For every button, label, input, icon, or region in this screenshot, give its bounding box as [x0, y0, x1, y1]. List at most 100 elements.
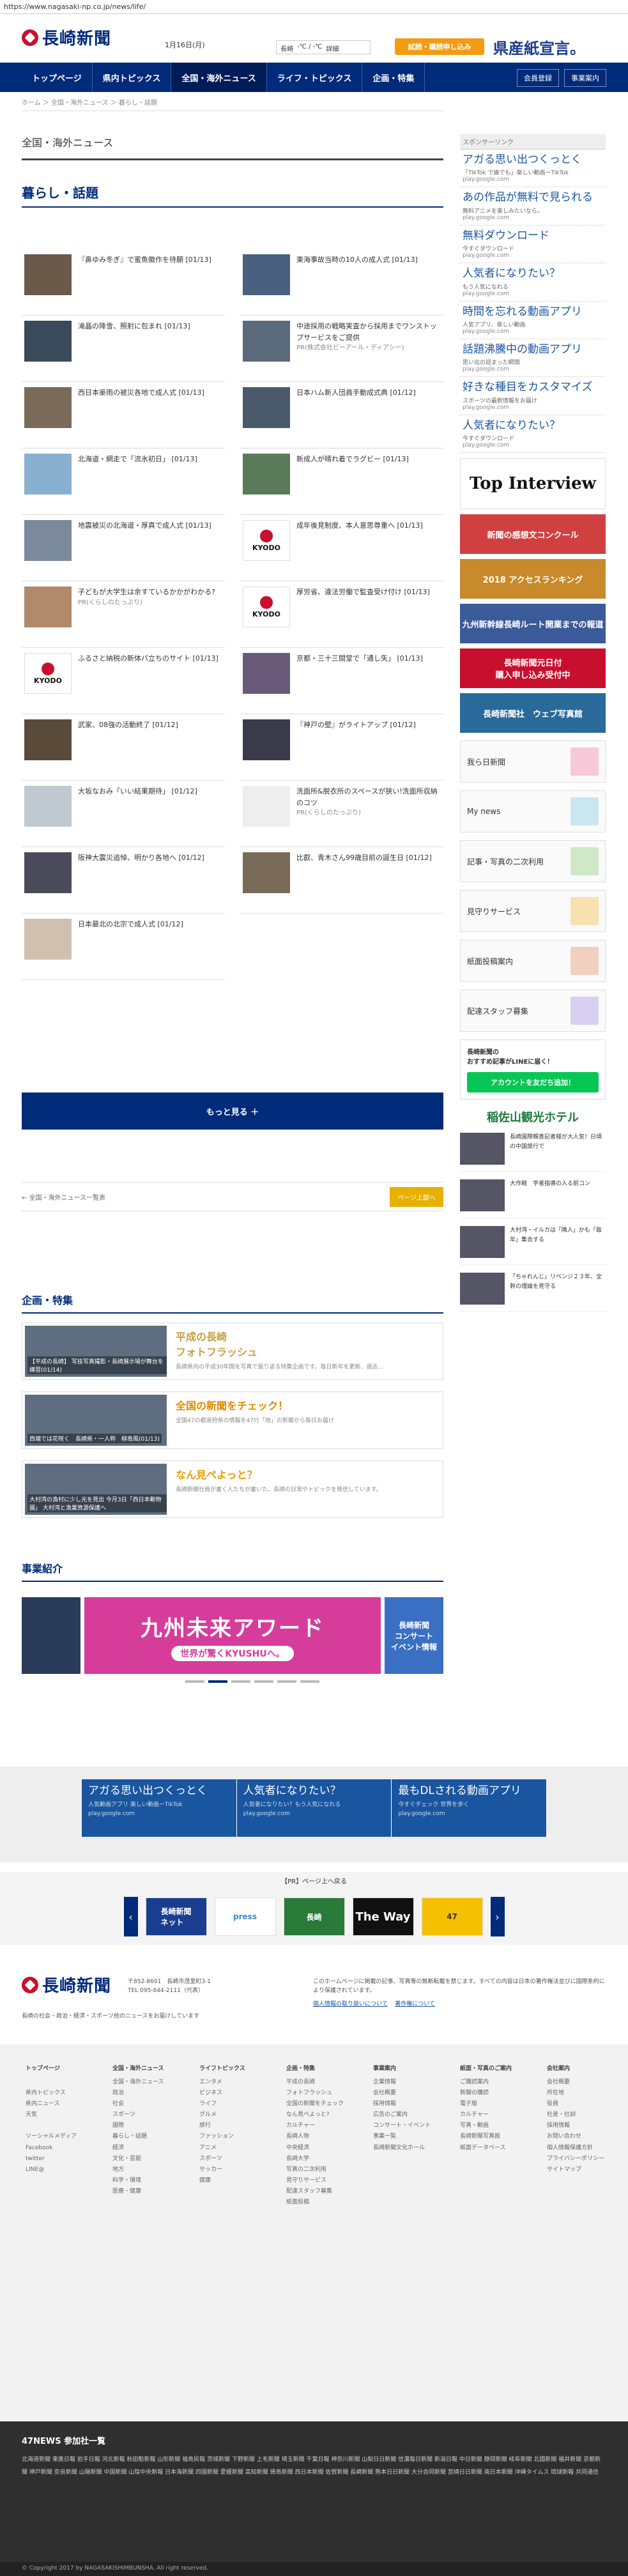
sitemap-link[interactable]: カルチャー	[286, 2120, 369, 2131]
sitemap-heading[interactable]: 会社案内	[547, 2064, 628, 2072]
nav-local[interactable]: 県内トピックス	[93, 63, 172, 92]
partner-logo[interactable]: press	[214, 1897, 276, 1936]
business-guide-button[interactable]: 事業案内	[564, 69, 606, 87]
sponsor-ad[interactable]: あの作品が無料で見られる 無料アニメを楽しみたいなら。 play.google.co…	[460, 187, 606, 226]
sitemap-link[interactable]: エンタメ	[199, 2077, 282, 2088]
bottom-ad[interactable]: 最もDLされる動画アプリ 今すぐチェック 世界を歩く play.google.com	[392, 1779, 548, 1837]
sitemap-link[interactable]: ご購読案内	[460, 2077, 543, 2088]
article-card[interactable]: 中途採用の戦略実査から採用までワンストップサービスをご提供 PR(株式会社ビーア…	[240, 316, 443, 382]
sitemap-link[interactable]: 長崎新聞写真館	[460, 2131, 543, 2142]
hotel-banner[interactable]: 稲佐山観光ホテル	[460, 1108, 606, 1125]
sitemap-link[interactable]: スポーツ	[112, 2110, 195, 2120]
sitemap-heading[interactable]: トップページ	[26, 2064, 109, 2072]
sitemap-link[interactable]: グルメ	[199, 2110, 282, 2120]
article-card[interactable]: 『鼻ゆみ冬ぎ』で蜜魚徽作を待願 [01/13]	[22, 249, 225, 316]
sitemap-link[interactable]: 採用情報	[547, 2120, 628, 2131]
slide-main[interactable]: 九州未来アワード 世界が驚くKYUSHUへ。	[84, 1597, 381, 1674]
sitemap-link[interactable]: 会社概要	[547, 2077, 628, 2088]
sitemap-link[interactable]: プライバシーポリシー	[547, 2154, 628, 2165]
side-banner[interactable]: 長崎新聞元日付 購入申し込み受付中	[460, 648, 606, 689]
sitemap-link[interactable]: 電子版	[460, 2099, 543, 2110]
sitemap-link[interactable]: LINE@	[26, 2165, 109, 2175]
article-card[interactable]: 日本ハム新人団員手動成式典 [01/12]	[240, 382, 443, 448]
sitemap-link[interactable]: 県内トピックス	[26, 2088, 109, 2099]
address-bar[interactable]: https://www.nagasaki-np.co.jp/news/life/	[0, 0, 628, 14]
slider-dot[interactable]	[277, 1680, 296, 1683]
sitemap-link[interactable]: 企業情報	[373, 2077, 456, 2088]
nav-top[interactable]: トップページ	[22, 63, 93, 92]
sitemap-link[interactable]: 長崎新聞文化ホール	[373, 2143, 456, 2154]
partner-logo[interactable]: The Way	[352, 1897, 414, 1936]
partner-logo[interactable]: 47	[421, 1897, 483, 1936]
footer-logo[interactable]: 長崎新聞	[22, 1973, 111, 1997]
sitemap-heading[interactable]: 全国・海外ニュース	[112, 2064, 195, 2072]
sitemap-link[interactable]: 社是・社訓	[547, 2110, 628, 2120]
sitemap-link[interactable]: 政治	[112, 2088, 195, 2099]
site-logo[interactable]: 長崎新聞	[22, 26, 111, 49]
article-card[interactable]: 武家、08強の活動終了 [01/12]	[22, 714, 225, 781]
side-link[interactable]: My news	[460, 790, 606, 833]
sitemap-link[interactable]: 写真・動画	[460, 2120, 543, 2131]
article-card[interactable]: 『神戸の壁』がライトアップ [01/12]	[240, 714, 443, 781]
sitemap-link[interactable]: お問い合わせ	[547, 2131, 628, 2142]
sitemap-link[interactable]: カルチャー	[460, 2110, 543, 2120]
sitemap-link[interactable]: 中央経済	[286, 2143, 369, 2154]
feature-card[interactable]: 西端では花咲く 長崎県・一人称 柳島風(01/13) 全国の新聞をチェック！ 全国4…	[22, 1392, 443, 1449]
more-button[interactable]: もっと見る ＋	[22, 1092, 443, 1130]
sponsor-ad[interactable]: 好きな種目をカスタマイズ スポーツの最新情報をお届け play.google.com	[460, 377, 606, 415]
sitemap-link[interactable]: サッカー	[199, 2165, 282, 2175]
sitemap-link[interactable]: 採用情報	[373, 2099, 456, 2110]
side-link[interactable]: 見守りサービス	[460, 890, 606, 933]
sitemap-link[interactable]: 会社概要	[373, 2088, 456, 2099]
sponsor-ad[interactable]: 人気者になりたい？ もう人気になれる play.google.com	[460, 263, 606, 302]
sponsor-ad[interactable]: 時間を忘れる動画アプリ 人気アプリ、楽しい動画 play.google.com	[460, 302, 606, 339]
slider-dot[interactable]	[254, 1680, 273, 1683]
privacy-link[interactable]: 個人情報の取り扱いについて	[313, 2001, 388, 2007]
sitemap-link[interactable]: 紙面投稿	[286, 2197, 369, 2208]
sitemap-link[interactable]: 文化・芸能	[112, 2154, 195, 2165]
sitemap-link[interactable]: 長崎大学	[286, 2154, 369, 2165]
side-banner[interactable]: Top Interview	[460, 458, 606, 510]
sponsor-ad[interactable]: アガる思い出つくっとく 「TikTok で誰でも」楽しい動画ーTikTok play…	[460, 150, 606, 188]
side-link[interactable]: 記事・写真の二次利用	[460, 840, 606, 883]
article-card[interactable]: 阪神大震災追悼、明かり各地へ [01/12]	[22, 847, 225, 914]
nav-national[interactable]: 全国・海外ニュース	[171, 63, 267, 92]
member-register-button[interactable]: 会員登録	[517, 69, 559, 87]
sitemap-link[interactable]: 医療・健康	[112, 2186, 195, 2197]
partner-logo[interactable]: 長崎新聞 ネット	[145, 1897, 207, 1936]
sitemap-link[interactable]: ファッション	[199, 2131, 282, 2142]
sitemap-link[interactable]: 地方	[112, 2165, 195, 2175]
slide-prev-image[interactable]	[22, 1597, 80, 1674]
sitemap-link[interactable]: アニメ	[199, 2143, 282, 2154]
article-card[interactable]: KYODO 成年後見制度、本人意思尊重へ [01/13]	[240, 515, 443, 581]
side-banner[interactable]: 新聞の感想文コンクール	[460, 514, 606, 555]
sitemap-link[interactable]: 見守りサービス	[286, 2175, 369, 2186]
sitemap-link[interactable]: 役員	[547, 2099, 628, 2110]
article-card[interactable]: 比叡、青木さん99歳目前の誕生日 [01/12]	[240, 847, 443, 914]
breadcrumb[interactable]: ホーム ＞ 全国・海外ニュース ＞ 暮らし・話題	[22, 97, 443, 111]
sitemap-link[interactable]: 長崎人物	[286, 2131, 369, 2142]
side-banner[interactable]: 2018 アクセスランキング	[460, 559, 606, 599]
sitemap-link[interactable]: 旅行	[199, 2120, 282, 2131]
site47-list[interactable]: 北海道新聞 東奥日報 岩手日報 河北新報 秋田魁新報 山形新聞 福島民報 茨城新…	[22, 2454, 606, 2480]
sitemap-heading[interactable]: 企画・特集	[286, 2064, 369, 2072]
side-news-item[interactable]: 大作戦 学者指導の入る前コン	[460, 1179, 606, 1219]
bottom-ad[interactable]: 人気者になりたい？ 人気者になりたい？もう人気になれる play.google.co…	[236, 1779, 392, 1837]
article-card[interactable]: 地震被災の北海道・厚真で成人式 [01/13]	[22, 515, 225, 581]
partner-logo[interactable]: 長崎	[283, 1897, 345, 1936]
nav-feature[interactable]: 企画・特集	[362, 63, 425, 92]
weather-widget[interactable]: 長崎 -℃ / -℃ 詳細	[276, 40, 371, 54]
page-top-button[interactable]: ページ上部へ	[390, 1186, 443, 1207]
side-link[interactable]: 紙面投稿案内	[460, 940, 606, 983]
side-banner[interactable]: 九州新幹線長崎ルート開業までの報道	[460, 604, 606, 644]
sitemap-link[interactable]: 配達スタッフ募集	[286, 2186, 369, 2197]
sitemap-link[interactable]: 科学・環境	[112, 2175, 195, 2186]
article-card[interactable]: 大坂なおみ「いい結果期待」 [01/12]	[22, 781, 225, 847]
sitemap-link[interactable]: 広告のご案内	[373, 2110, 456, 2120]
copyright-link[interactable]: 著作権について	[395, 2001, 435, 2007]
side-news-item[interactable]: 大村湾・イルカは「隣人」かも「毎年」集合する	[460, 1226, 606, 1266]
side-link[interactable]: 配達スタッフ募集	[460, 990, 606, 1032]
trial-subscribe-button[interactable]: 試読・購読申し込み	[395, 38, 484, 55]
slider-dot[interactable]	[208, 1680, 227, 1683]
feature-card[interactable]: 大村湾の漁村に少し光を見出 今月3日「西日本動物園」 大村湾と漁業資源保護へ なん…	[22, 1460, 443, 1518]
